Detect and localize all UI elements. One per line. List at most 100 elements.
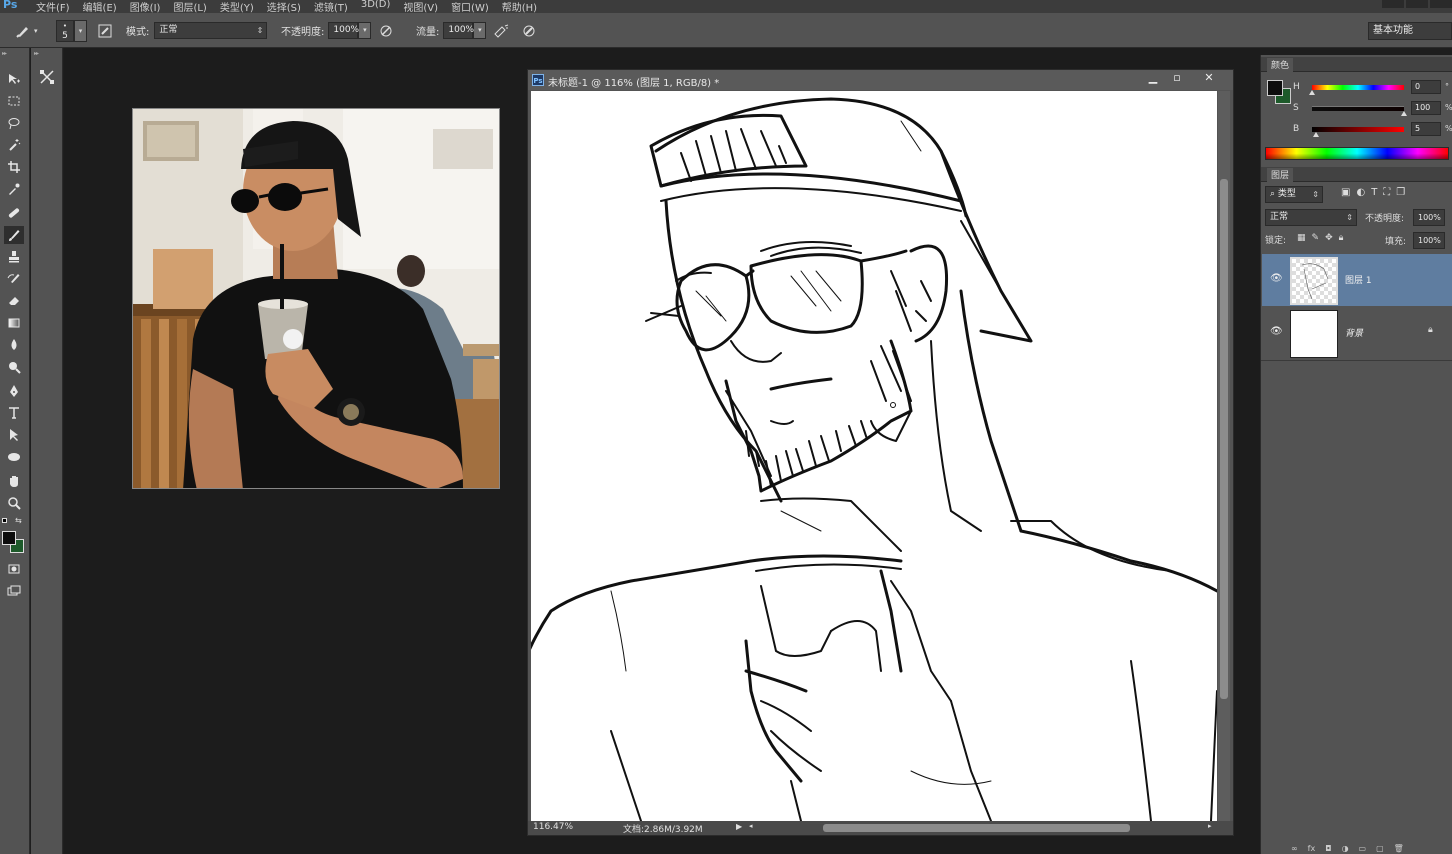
pressure-size-icon[interactable] [520, 22, 538, 40]
brightness-input[interactable]: 5 [1411, 122, 1441, 136]
ellipse-tool-icon[interactable] [4, 448, 24, 466]
brightness-slider-knob[interactable] [1313, 132, 1319, 137]
vertical-scroll-thumb[interactable] [1220, 179, 1228, 699]
zoom-tool-icon[interactable] [4, 494, 24, 512]
play-icon[interactable]: ▶ [736, 822, 742, 831]
hue-slider-knob[interactable] [1309, 90, 1315, 95]
flow-input[interactable]: 100% [443, 22, 474, 39]
panel-grip[interactable]: ▸▸ [34, 50, 39, 57]
app-maximize-button[interactable] [1406, 0, 1428, 8]
brightness-slider[interactable] [1312, 127, 1404, 132]
hue-input[interactable]: 0 [1411, 80, 1441, 94]
menu-3d[interactable]: 3D(D) [361, 0, 391, 13]
minimize-icon[interactable]: ▁ [1142, 70, 1164, 86]
layer-row-background[interactable]: 👁︎ 背景 🔒︎ [1262, 307, 1452, 359]
lock-all-icon[interactable]: 🔒︎ [1339, 233, 1344, 243]
lock-transparency-icon[interactable]: ▦ [1297, 233, 1306, 243]
menu-window[interactable]: 窗口(W) [451, 0, 489, 13]
lasso-tool-icon[interactable] [4, 114, 24, 132]
menu-layer[interactable]: 图层(L) [173, 0, 206, 13]
eye-icon[interactable]: 👁︎ [1270, 273, 1283, 284]
menu-file[interactable]: 文件(F) [36, 0, 70, 13]
document-titlebar[interactable]: Ps 未标题-1 @ 116% (图层 1, RGB/8) * ▁ ▫ ✕ [528, 70, 1233, 90]
link-layers-icon[interactable]: ∞ [1291, 844, 1298, 853]
crop-tool-icon[interactable] [4, 158, 24, 176]
tools-options-icon[interactable] [37, 68, 57, 86]
maximize-icon[interactable]: ▫ [1166, 70, 1188, 86]
mode-select[interactable]: 正常 ⇕ [154, 22, 268, 39]
shape-filter-icon[interactable]: ⛶ [1383, 187, 1390, 198]
color-foreground-swatch[interactable] [1267, 80, 1283, 96]
saturation-slider-knob[interactable] [1401, 111, 1407, 116]
layer-filter-select[interactable]: ⌕ 类型 ⇕ [1265, 186, 1323, 203]
marquee-tool-icon[interactable] [4, 92, 24, 110]
airbrush-icon[interactable] [492, 22, 510, 40]
drawing-canvas[interactable] [531, 91, 1217, 821]
scroll-right-icon[interactable]: ▸ [1208, 822, 1212, 830]
brush-size-field[interactable]: • 5 [56, 19, 74, 42]
dodge-tool-icon[interactable] [4, 358, 24, 376]
lock-position-icon[interactable]: ✥ [1325, 233, 1333, 243]
lock-pixels-icon[interactable]: ✎ [1312, 233, 1320, 243]
close-icon[interactable]: ✕ [1198, 70, 1220, 86]
smart-object-filter-icon[interactable]: ❐ [1396, 187, 1405, 198]
saturation-input[interactable]: 100 [1411, 101, 1441, 115]
clone-stamp-icon[interactable] [4, 248, 24, 266]
type-tool-icon[interactable] [4, 404, 24, 422]
layers-panel-tab[interactable]: 图层 [1267, 168, 1294, 182]
flow-slider-toggle[interactable]: ▾ [473, 22, 487, 39]
blend-mode-select[interactable]: 正常 ⇕ [1265, 209, 1357, 226]
move-tool-icon[interactable] [4, 70, 24, 88]
menu-view[interactable]: 视图(V) [403, 0, 438, 13]
app-close-button[interactable] [1430, 0, 1452, 8]
eyedropper-icon[interactable] [4, 180, 24, 198]
vertical-scrollbar[interactable] [1218, 91, 1230, 821]
default-colors-icon[interactable] [2, 518, 10, 526]
menu-image[interactable]: 图像(I) [130, 0, 161, 13]
opacity-slider-toggle[interactable]: ▾ [358, 22, 372, 39]
menu-edit[interactable]: 编辑(E) [83, 0, 117, 13]
new-group-icon[interactable]: ▭ [1359, 844, 1367, 853]
layer-name[interactable]: 背景 [1345, 326, 1363, 339]
eraser-icon[interactable] [4, 292, 24, 310]
panel-grip[interactable]: ▸▸ [2, 50, 7, 57]
app-minimize-button[interactable] [1382, 0, 1404, 8]
menu-filter[interactable]: 滤镜(T) [314, 0, 348, 13]
brush-size-picker[interactable]: • 5 ▾ [56, 13, 87, 48]
menu-type[interactable]: 类型(Y) [220, 0, 254, 13]
hue-slider[interactable] [1312, 85, 1404, 90]
pen-tool-icon[interactable] [4, 382, 24, 400]
layer-opacity-input[interactable]: 100% [1413, 209, 1445, 226]
path-selection-icon[interactable] [4, 426, 24, 444]
type-filter-icon[interactable]: T [1371, 187, 1377, 198]
workspace-select[interactable]: 基本功能 [1368, 21, 1452, 40]
saturation-slider[interactable] [1312, 106, 1404, 111]
blur-tool-icon[interactable] [4, 336, 24, 354]
chevron-down-icon[interactable]: ▾ [74, 19, 87, 42]
pixel-filter-icon[interactable]: ▣ [1341, 187, 1350, 198]
scroll-left-icon[interactable]: ◂ [749, 822, 753, 830]
layer-name[interactable]: 图层 1 [1345, 273, 1372, 286]
magic-wand-icon[interactable] [4, 136, 24, 154]
quick-mask-icon[interactable] [4, 560, 24, 578]
menu-select[interactable]: 选择(S) [267, 0, 301, 13]
fill-input[interactable]: 100% [1413, 232, 1445, 249]
zoom-level[interactable]: 116.47% [533, 822, 573, 832]
color-panel-tab[interactable]: 颜色 [1267, 58, 1294, 72]
brush-panel-toggle[interactable] [96, 13, 114, 48]
history-brush-icon[interactable] [4, 270, 24, 288]
color-spectrum-ramp[interactable] [1265, 147, 1449, 160]
foreground-color-swatch[interactable] [2, 531, 16, 545]
new-layer-icon[interactable]: ▢ [1376, 844, 1384, 853]
hand-tool-icon[interactable] [4, 472, 24, 490]
gradient-tool-icon[interactable] [4, 314, 24, 332]
healing-brush-icon[interactable] [4, 204, 24, 222]
reference-photo[interactable] [132, 108, 500, 489]
screen-mode-icon[interactable] [4, 582, 24, 600]
opacity-input[interactable]: 100% [328, 22, 359, 39]
pressure-opacity-icon[interactable] [377, 22, 395, 40]
add-mask-icon[interactable]: ◘ [1325, 844, 1331, 853]
layer-style-icon[interactable]: fx [1308, 844, 1316, 853]
menu-help[interactable]: 帮助(H) [502, 0, 537, 13]
swap-colors-icon[interactable]: ⇆ [15, 516, 22, 525]
